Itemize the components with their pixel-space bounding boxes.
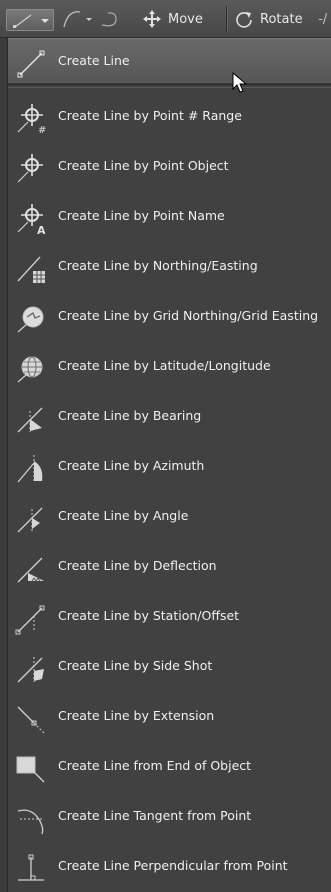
menu-divider <box>8 84 331 88</box>
menu-item-deflection[interactable]: Create Line by Deflection <box>8 544 331 590</box>
move-icon <box>143 10 161 28</box>
extension-icon <box>17 706 45 734</box>
line-tool-icon <box>13 14 49 28</box>
northing-easting-icon <box>17 256 45 283</box>
menu-item-label: Create Line by Point Name <box>58 208 225 223</box>
menu-item-label: Create Line by Northing/Easting <box>58 258 258 273</box>
svg-text:#: # <box>38 125 46 135</box>
menu-item-label: Create Line Tangent from Point <box>58 808 252 823</box>
menu-item-angle[interactable]: Create Line by Angle <box>8 494 331 540</box>
menu-item-point-name[interactable]: A Create Line by Point Name <box>8 194 331 240</box>
menu-item-latitude-longitude[interactable]: Create Line by Latitude/Longitude <box>8 344 331 390</box>
curve-tool-icon <box>63 11 92 28</box>
angle-icon <box>17 507 43 533</box>
menu-item-station-offset[interactable]: Create Line by Station/Offset <box>8 594 331 640</box>
menu-item-label: Create Line by Extension <box>58 708 215 723</box>
rotate-button[interactable]: Rotate <box>234 0 320 38</box>
menu-item-perpendicular[interactable]: Create Line Perpendicular from Point <box>8 844 331 890</box>
menu-item-label: Create Line <box>58 53 130 68</box>
menu-item-label: Create Line by Azimuth <box>58 458 205 473</box>
menu-item-end-of-object[interactable]: Create Line from End of Object <box>8 744 331 790</box>
menu-item-label: Create Line by Grid Northing/Grid Eastin… <box>58 308 319 323</box>
globe-icon <box>17 356 43 383</box>
svg-text:A: A <box>37 224 46 235</box>
tangent-icon <box>17 809 44 835</box>
menu-item-label: Create Line by Station/Offset <box>58 608 240 623</box>
perpendicular-icon <box>18 854 44 881</box>
menu-item-label: Create Line by Point # Range <box>58 108 242 123</box>
menu-item-azimuth[interactable]: Create Line by Azimuth <box>8 444 331 490</box>
line-tool-button[interactable] <box>6 9 54 31</box>
toolbar-overflow-label: -/ <box>318 11 328 27</box>
chevron-down-icon <box>41 19 49 23</box>
mouse-cursor-icon <box>232 72 248 93</box>
menu-item-label: Create Line by Side Shot <box>58 658 213 673</box>
menu-item-label: Create Line by Bearing <box>58 408 202 423</box>
point-object-icon <box>17 154 43 183</box>
menu-item-label: Create Line by Deflection <box>58 558 217 573</box>
curve-tool-button[interactable] <box>60 0 96 38</box>
toolbar-overflow[interactable]: -/ <box>318 0 331 38</box>
rotate-icon <box>236 12 252 28</box>
toolbar-divider <box>226 6 227 32</box>
azimuth-icon <box>17 455 43 483</box>
point-range-icon: # <box>17 104 46 135</box>
menu-item-label: Create Line by Angle <box>58 508 189 523</box>
toolbar: Move Rotate -/ <box>0 0 331 38</box>
bearing-icon <box>17 407 43 433</box>
menu-item-bearing[interactable]: Create Line by Bearing <box>8 394 331 440</box>
move-button[interactable]: Move <box>142 0 222 38</box>
rotate-label: Rotate <box>260 11 303 27</box>
menu-item-label: Create Line by Latitude/Longitude <box>58 358 271 373</box>
create-line-menu: Create Line # Create Line by Point # Ran… <box>7 38 331 892</box>
menu-item-side-shot[interactable]: Create Line by Side Shot <box>8 644 331 690</box>
station-offset-icon <box>15 605 45 635</box>
menu-item-create-line[interactable]: Create Line <box>8 38 331 84</box>
menu-item-label: Create Line from End of Object <box>58 758 252 773</box>
side-shot-icon <box>17 657 44 683</box>
menu-item-tangent[interactable]: Create Line Tangent from Point <box>8 794 331 840</box>
menu-item-grid-northing[interactable]: Create Line by Grid Northing/Grid Eastin… <box>8 294 331 340</box>
point-name-icon: A <box>17 204 46 235</box>
grid-northing-icon <box>17 306 44 333</box>
arc-tool-button[interactable] <box>98 0 128 38</box>
deflection-icon <box>17 557 44 583</box>
menu-item-point-object[interactable]: Create Line by Point Object <box>8 144 331 190</box>
line-icon <box>17 50 45 78</box>
menu-item-label: Create Line by Point Object <box>58 158 229 173</box>
menu-item-northing-easting[interactable]: Create Line by Northing/Easting <box>8 244 331 290</box>
menu-item-label: Create Line Perpendicular from Point <box>58 858 288 873</box>
move-label: Move <box>168 11 203 27</box>
menu-item-point-range[interactable]: # Create Line by Point # Range <box>8 94 331 140</box>
arc-tool-icon <box>101 12 117 27</box>
end-of-object-icon <box>16 756 45 783</box>
menu-item-extension[interactable]: Create Line by Extension <box>8 694 331 740</box>
